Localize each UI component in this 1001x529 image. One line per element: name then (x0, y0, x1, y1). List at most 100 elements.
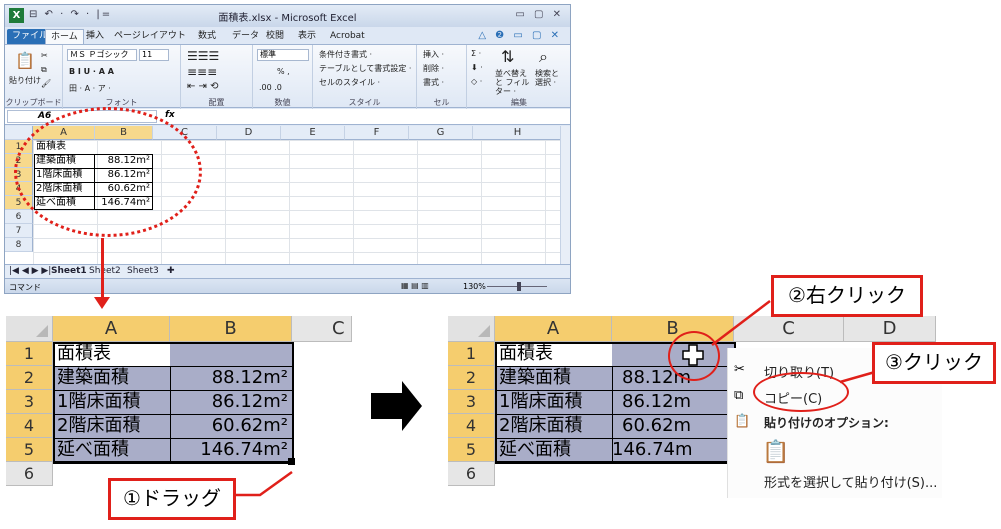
callout-drag: ①ドラッグ (108, 478, 236, 520)
row-header[interactable]: 1 (448, 342, 495, 366)
cut-icon[interactable]: ✂ (41, 51, 48, 60)
paste-options-heading: 貼り付けのオプション: (764, 416, 889, 430)
copy-icon: ⧉ (734, 388, 744, 403)
column-header[interactable]: H (473, 126, 562, 140)
ribbon-tabs: ファイル ホーム 挿入 ページレイアウト 数式 データ 校閲 表示 Acroba… (5, 27, 570, 45)
row-header[interactable]: 6 (448, 462, 495, 486)
selection-highlight-ellipse (14, 107, 202, 237)
format-as-table-button[interactable]: テーブルとして書式設定 · (319, 63, 411, 74)
group-label: 配置 (208, 98, 225, 107)
window-title: 面積表.xlsx - Microsoft Excel (218, 13, 357, 24)
paste-option-icon[interactable]: 📋 (762, 440, 789, 465)
row-header[interactable]: 4 (6, 414, 53, 438)
right-click-circle (668, 331, 720, 381)
find-select-button[interactable]: 検索と 選択 · (535, 69, 569, 87)
format-painter-icon[interactable]: 🖌 (41, 79, 51, 88)
column-header[interactable]: D (217, 126, 281, 140)
column-header[interactable]: C (292, 316, 352, 342)
help-icon[interactable]: △ ❷ ▭ ▢ ✕ (478, 30, 562, 41)
conditional-format-button[interactable]: 条件付き書式 · (319, 49, 372, 60)
sort-filter-button[interactable]: 並べ替えと フィルター · (495, 69, 531, 96)
vertical-scrollbar[interactable] (560, 126, 570, 264)
row-header[interactable]: 4 (448, 414, 495, 438)
row-header[interactable]: 8 (5, 238, 33, 252)
insert-cells-button[interactable]: 挿入 · (423, 49, 444, 60)
sheet-tab-1[interactable]: Sheet1 (51, 266, 87, 276)
clear-icon[interactable]: ◇ · (471, 77, 482, 86)
column-header[interactable]: A (53, 316, 170, 342)
font-style-buttons[interactable]: B I U · A A (69, 67, 114, 76)
row-header[interactable]: 7 (5, 224, 33, 238)
percent-button[interactable]: % , (277, 67, 290, 76)
indent-icon[interactable]: ⇤ ⇥ ⟲ (187, 81, 219, 92)
arrow-down-icon (101, 238, 104, 298)
paste-button[interactable]: 貼り付け (9, 75, 41, 86)
row-header[interactable]: 2 (6, 366, 53, 390)
row-header[interactable]: 6 (5, 210, 33, 224)
sort-filter-icon[interactable]: ⇅ (501, 47, 514, 66)
group-font: ＭＳ Ｐゴシック 11 B I U · A A 田 · A · ア · フォント (63, 45, 181, 109)
row-header[interactable]: 5 (6, 438, 53, 462)
select-all-corner[interactable] (448, 316, 495, 342)
sheet-nav-buttons[interactable]: |◀ ◀ ▶ ▶| (9, 266, 51, 276)
group-label: 編集 (511, 98, 527, 107)
row-header[interactable]: 3 (448, 390, 495, 414)
row-header[interactable]: 2 (448, 366, 495, 390)
ribbon: 📋 貼り付け ✂ ⧉ 🖌 クリップボード ＭＳ Ｐゴシック 11 B I U ·… (5, 44, 570, 109)
tab-acrobat[interactable]: Acrobat (325, 29, 370, 45)
menu-item-paste-special[interactable]: 形式を選択して貼り付け(S)... (764, 472, 937, 491)
decimal-buttons[interactable]: .00 .0 (259, 83, 282, 92)
format-cells-button[interactable]: 書式 · (423, 77, 444, 88)
title-bar: X ⊟ ↶ · ↷ · |= 面積表.xlsx - Microsoft Exce… (5, 5, 570, 27)
row-header[interactable]: 3 (6, 390, 53, 414)
align-left-icon[interactable]: ≡≡≡ (187, 65, 217, 79)
fx-icon[interactable]: fx (165, 110, 175, 120)
tab-view[interactable]: 表示 (293, 29, 321, 45)
window-controls[interactable]: ▭ ▢ ✕ (515, 9, 564, 20)
callout-click: ③クリック (872, 342, 996, 384)
new-sheet-icon[interactable]: ✚ (167, 266, 175, 276)
font-size-select[interactable]: 11 (139, 49, 169, 61)
cell-styles-button[interactable]: セルのスタイル · (319, 77, 380, 88)
arrow-right-icon (371, 393, 403, 419)
tab-home[interactable]: ホーム (45, 29, 84, 45)
group-style: 条件付き書式 · テーブルとして書式設定 · セルのスタイル · スタイル (313, 45, 417, 109)
paste-icon[interactable]: 📋 (15, 51, 35, 70)
zoom-level[interactable]: 130% (463, 282, 486, 291)
sheet-tab-3[interactable]: Sheet3 (127, 266, 159, 276)
tab-formulas[interactable]: 数式 (193, 29, 221, 45)
delete-cells-button[interactable]: 削除 · (423, 63, 444, 74)
column-header[interactable]: F (345, 126, 409, 140)
select-all-corner[interactable] (6, 316, 53, 342)
row-header[interactable]: 5 (448, 438, 495, 462)
number-format-select[interactable]: 標準 (257, 49, 309, 61)
tab-insert[interactable]: 挿入 (81, 29, 109, 45)
find-select-icon[interactable]: ⌕ (539, 47, 548, 67)
column-header[interactable]: B (612, 316, 734, 342)
fill-handle[interactable] (288, 458, 295, 465)
column-header[interactable]: E (281, 126, 345, 140)
column-header[interactable]: D (844, 316, 936, 342)
group-label: クリップボード (5, 98, 62, 107)
view-buttons-icon[interactable]: ▦ ▤ ▥ (401, 281, 429, 290)
copy-icon[interactable]: ⧉ (41, 65, 47, 75)
fill-icon[interactable]: ⬇ · (471, 63, 483, 72)
column-header[interactable]: G (409, 126, 473, 140)
row-header[interactable]: 6 (6, 462, 53, 486)
font-name-select[interactable]: ＭＳ Ｐゴシック (67, 49, 137, 61)
tab-data[interactable]: データ (227, 29, 264, 45)
group-editing: Σ · ⬇ · ◇ · ⇅ 並べ替えと フィルター · ⌕ 検索と 選択 · 編… (467, 45, 570, 109)
sheet-tab-2[interactable]: Sheet2 (89, 266, 121, 276)
align-top-icon[interactable]: ☰☰☰ (187, 49, 219, 63)
column-header[interactable]: A (495, 316, 612, 342)
group-label: セル (433, 98, 450, 107)
column-header[interactable]: C (734, 316, 844, 342)
border-fill-buttons[interactable]: 田 · A · ア · (69, 83, 111, 94)
tab-page-layout[interactable]: ページレイアウト (109, 29, 191, 45)
zoom-slider-handle[interactable] (517, 282, 521, 291)
autosum-icon[interactable]: Σ · (471, 49, 481, 58)
column-header[interactable]: B (170, 316, 292, 342)
row-header[interactable]: 1 (6, 342, 53, 366)
arrow-right-head-icon (402, 381, 422, 431)
tab-review[interactable]: 校閲 (261, 29, 289, 45)
